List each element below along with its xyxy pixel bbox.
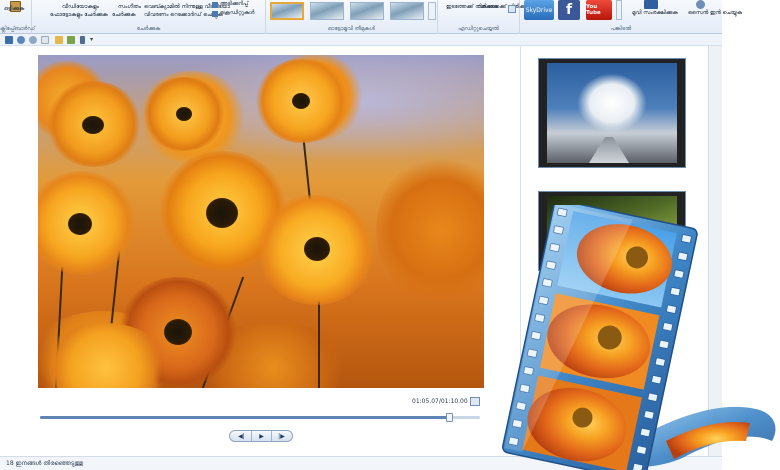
- select-all-icon[interactable]: [508, 5, 516, 13]
- ribbon-group-share: SkyDrive f You Tube മൂവി സംരക്ഷിക്കുക സൈ…: [520, 0, 742, 34]
- seek-bar[interactable]: [40, 413, 480, 422]
- flower-center: [68, 213, 92, 235]
- gallery-more-icon[interactable]: [428, 2, 436, 20]
- preview-pane: 01:05.07/01:10.00 ◀| ▶ |▶: [0, 46, 520, 470]
- caption-button[interactable]: അടിക്കുറിപ്പ്: [220, 1, 248, 8]
- music-icon[interactable]: [80, 36, 85, 44]
- facebook-logo-text: f: [565, 2, 573, 18]
- fullscreen-preview-button[interactable]: [470, 397, 480, 406]
- flower-center: [164, 319, 192, 345]
- quick-access-toolbar: ▾: [0, 34, 722, 46]
- ribbon-group-automovie: ഓട്ടോമൂവി തീമുകൾ: [266, 0, 438, 34]
- previous-frame-button[interactable]: ◀|: [231, 431, 252, 441]
- add-music-button[interactable]: സംഗീതം: [118, 4, 141, 11]
- redo-icon[interactable]: [29, 36, 37, 44]
- facebook-logo-icon[interactable]: f: [558, 0, 580, 20]
- add-photos-label: ഫോട്ടോകളും ചേർക്കുക: [50, 12, 108, 18]
- caption-icon: [212, 2, 218, 8]
- timecode: 01:05.07/01:10.00: [412, 398, 468, 405]
- save-movie-button[interactable]: മൂവി സംരക്ഷിക്കുക: [632, 10, 678, 17]
- flower-center: [176, 107, 192, 121]
- save-movie-icon: [644, 0, 658, 9]
- youtube-logo-icon[interactable]: You Tube: [586, 0, 612, 20]
- movie-maker-logo: [502, 205, 776, 470]
- next-frame-button[interactable]: |▶: [271, 431, 292, 441]
- cut-icon[interactable]: [55, 36, 63, 44]
- seek-thumb[interactable]: [446, 413, 454, 422]
- flower-blur: [376, 155, 484, 305]
- add-videos-and-photos-button[interactable]: വീഡിയോകളും: [62, 4, 99, 11]
- ribbon: ഒട്ടിക്കുക ക്ലിപ്പ്ബോർഡ് വീഡിയോകളും ഫോട്…: [0, 0, 742, 34]
- ribbon-group-label: എഡിറ്റുചെയ്യൽ: [458, 26, 499, 32]
- open-icon[interactable]: [67, 36, 75, 44]
- playback-controls: ◀| ▶ |▶: [229, 430, 293, 442]
- play-button[interactable]: ▶: [251, 431, 272, 441]
- next-frame-icon: |▶: [278, 432, 285, 440]
- ribbon-group-label: ഓട്ടോമൂവി തീമുകൾ: [327, 26, 376, 32]
- paste-button[interactable]: ഒട്ടിക്കുക: [4, 6, 24, 13]
- movie-maker-window: ഒട്ടിക്കുക ക്ലിപ്പ്ബോർഡ് വീഡിയോകളും ഫോട്…: [0, 0, 780, 470]
- seek-bar-fill: [40, 416, 450, 419]
- qat-dropdown-icon[interactable]: ▾: [90, 36, 93, 43]
- record-narration-button[interactable]: വിവരണം റെക്കോർഡ് ചെയ്യുക: [144, 12, 223, 19]
- add-button[interactable]: ചേർക്കുക: [112, 12, 136, 19]
- status-text: 18 ഇനങ്ങൾ തിരഞ്ഞെടുത്തു: [6, 460, 84, 467]
- flower-center: [304, 237, 330, 261]
- skydrive-logo-icon[interactable]: SkyDrive: [524, 0, 554, 20]
- previous-frame-icon: ◀|: [238, 432, 245, 440]
- flower-center: [292, 93, 310, 109]
- credits-button[interactable]: ക്രെഡിറ്റുകൾ: [220, 10, 255, 17]
- storyboard-clip[interactable]: [538, 58, 686, 168]
- ribbon-group-add: വീഡിയോകളും ഫോട്ടോകളും ചേർക്കുക ചേർക്കുക …: [32, 0, 266, 34]
- ribbon-group-editing: ഇടത്തേക്ക് തിരിക്കുക വലത്തേക്ക് തിരിക്കു…: [438, 0, 531, 34]
- theme-thumbnail[interactable]: [390, 2, 424, 20]
- save-icon[interactable]: [5, 36, 13, 44]
- flower-center: [82, 116, 104, 134]
- theme-thumbnail[interactable]: [350, 2, 384, 20]
- flower-center: [206, 198, 238, 228]
- ribbon-group-clipboard: ഒട്ടിക്കുക ക്ലിപ്പ്ബോർഡ്: [0, 0, 35, 34]
- youtube-logo-text: You Tube: [586, 4, 601, 16]
- share-more-icon[interactable]: [616, 0, 622, 20]
- sign-in-icon: [696, 0, 705, 9]
- theme-thumbnail[interactable]: [310, 2, 344, 20]
- sign-in-button[interactable]: സൈൻ ഇൻ ചെയ്യുക: [688, 10, 742, 17]
- preview-image: [38, 55, 484, 388]
- ribbon-group-label: ചേർക്കുക: [136, 26, 161, 32]
- theme-thumbnail[interactable]: [270, 2, 304, 20]
- undo-icon[interactable]: [17, 36, 25, 44]
- ribbon-group-label: ക്ലിപ്പ്ബോർഡ്: [0, 26, 35, 32]
- new-project-icon[interactable]: [41, 36, 49, 44]
- play-icon: ▶: [259, 432, 264, 440]
- ribbon-group-label: പങ്കിടൽ: [610, 26, 632, 32]
- credits-icon: [212, 11, 218, 17]
- skydrive-logo-text: SkyDrive: [525, 6, 553, 14]
